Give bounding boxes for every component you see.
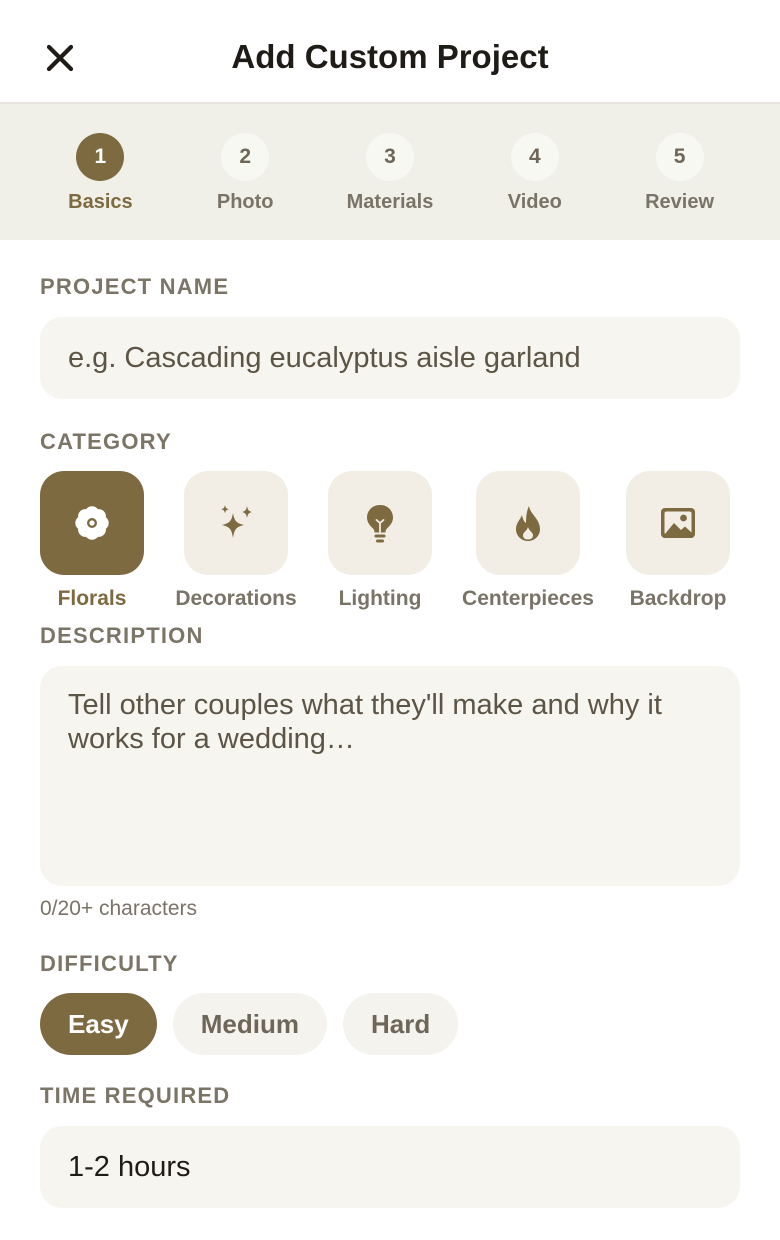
step-label: Photo bbox=[216, 191, 274, 213]
description-label: DESCRIPTION bbox=[40, 623, 204, 648]
page-title: Add Custom Project bbox=[231, 38, 549, 75]
step-materials[interactable]: 3 Materials bbox=[318, 104, 463, 240]
step-video[interactable]: 4 Video bbox=[462, 104, 607, 240]
category-label-text: Lighting bbox=[338, 587, 422, 610]
difficulty-easy-chip[interactable]: Easy bbox=[40, 993, 157, 1055]
category-tile bbox=[184, 471, 288, 575]
category-picker: Florals Decorations Lighting Centerpiece… bbox=[40, 471, 740, 621]
time-required-label: TIME REQUIRED bbox=[40, 1083, 231, 1108]
step-basics[interactable]: 1 Basics bbox=[28, 104, 173, 240]
character-counter: 0/20+ characters bbox=[40, 897, 198, 920]
step-review[interactable]: 5 Review bbox=[607, 104, 752, 240]
form-body: PROJECT NAME e.g. Cascading eucalyptus a… bbox=[0, 240, 780, 1208]
lightbulb-icon bbox=[367, 505, 393, 543]
step-label: Review bbox=[645, 191, 715, 213]
flame-icon bbox=[516, 506, 540, 541]
category-tile bbox=[476, 471, 580, 575]
project-name-input[interactable]: e.g. Cascading eucalyptus aisle garland bbox=[40, 317, 740, 399]
step-label: Materials bbox=[346, 191, 434, 213]
project-name-label: PROJECT NAME bbox=[40, 274, 230, 299]
difficulty-hard-chip[interactable]: Hard bbox=[342, 993, 459, 1055]
difficulty-medium-chip[interactable]: Medium bbox=[172, 993, 327, 1055]
category-lighting[interactable]: Lighting bbox=[328, 471, 432, 611]
step-number: 4 bbox=[510, 133, 559, 181]
time-required-select[interactable]: 1-2 hours bbox=[40, 1126, 740, 1208]
category-label-text: Centerpieces bbox=[462, 587, 594, 610]
category-label-text: Florals bbox=[57, 587, 127, 610]
category-centerpieces[interactable]: Centerpieces bbox=[459, 471, 597, 611]
category-tile bbox=[40, 471, 144, 575]
category-label-text: Decorations bbox=[175, 587, 297, 610]
step-number: 1 bbox=[76, 133, 125, 181]
step-number: 3 bbox=[365, 133, 414, 181]
category-florals[interactable]: Florals bbox=[40, 471, 144, 611]
step-number: 2 bbox=[221, 133, 270, 181]
sparkles-icon bbox=[221, 505, 252, 538]
step-photo[interactable]: 2 Photo bbox=[173, 104, 318, 240]
category-tile bbox=[328, 471, 432, 575]
step-label: Basics bbox=[68, 191, 133, 213]
step-label: Video bbox=[507, 191, 562, 213]
description-textarea[interactable]: Tell other couples what they'll make and… bbox=[40, 666, 740, 886]
flower-icon bbox=[75, 506, 109, 540]
category-backdrop[interactable]: Backdrop bbox=[626, 471, 730, 611]
category-decorations[interactable]: Decorations bbox=[175, 471, 297, 611]
top-bar: Add Custom Project bbox=[0, 0, 780, 104]
step-number: 5 bbox=[655, 133, 704, 181]
difficulty-selector: Easy Medium Hard bbox=[40, 993, 740, 1055]
category-tile bbox=[626, 471, 730, 575]
difficulty-label: DIFFICULTY bbox=[40, 951, 179, 976]
category-label: CATEGORY bbox=[40, 429, 172, 454]
image-icon bbox=[661, 508, 695, 538]
step-progress: 1 Basics 2 Photo 3 Materials 4 Video 5 R… bbox=[0, 104, 780, 240]
category-label-text: Backdrop bbox=[629, 587, 727, 610]
